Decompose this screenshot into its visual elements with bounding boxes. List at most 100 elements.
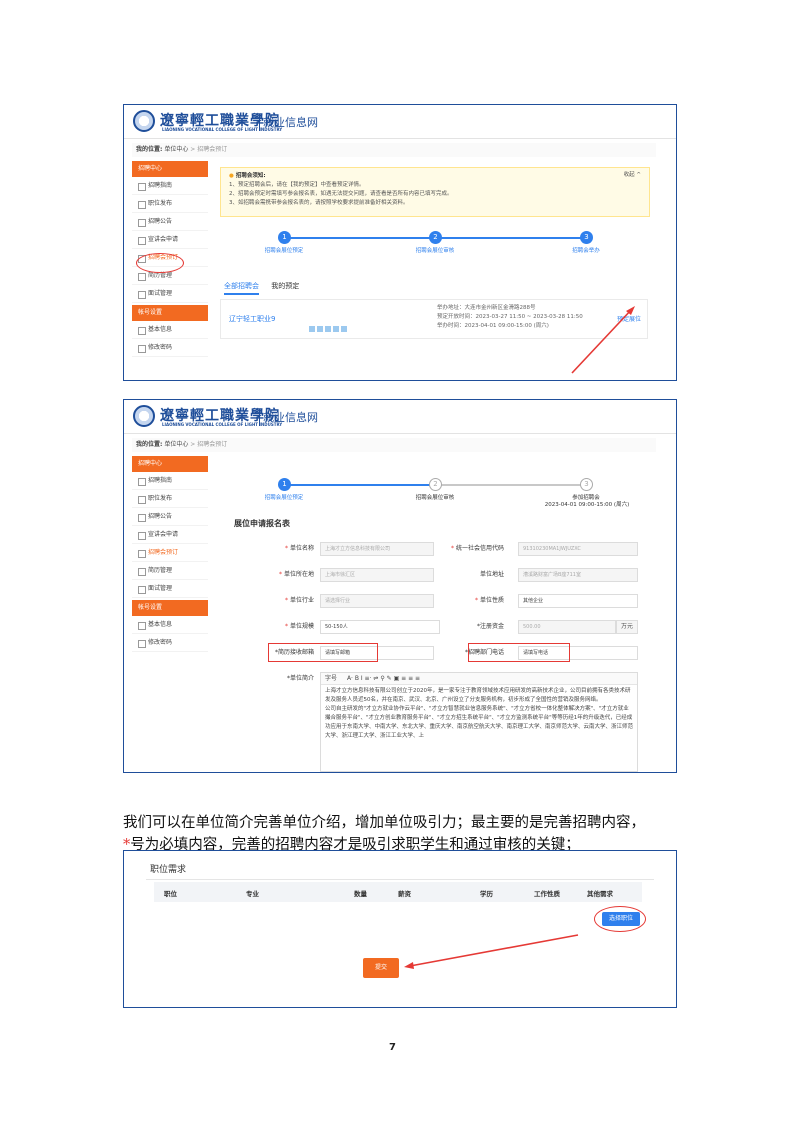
notice-line: 2、招聘会预定时需填写参会报名表，如遇无法提交问题，请查看是否所有内容已填写完成… xyxy=(229,191,453,197)
col-other: 其他需求 xyxy=(587,890,613,898)
company-name-field[interactable]: 上海才立方信息科技有限公司 xyxy=(320,542,434,556)
sidebar-section-recruit: 招聘中心 xyxy=(132,456,208,472)
breadcrumb-current: 招聘会预订 xyxy=(197,441,228,448)
sidebar-item-notice[interactable]: 招聘公告 xyxy=(132,508,208,526)
intro-editor[interactable]: 字号 A· B I ≡· ⇌ ⚲ ✎ ▣ ≡ ≡ ≡ 上海才立方信息科技有限公司… xyxy=(320,672,638,772)
logo-divider xyxy=(259,114,260,131)
screenshot-booking: 遼寧輕工職業學院 LIAONING VOCATIONAL COLLEGE OF … xyxy=(123,104,677,381)
sidebar-item-resume[interactable]: 简历管理 xyxy=(132,562,208,580)
sidebar: 招聘中心 招聘指南 职位发布 招聘公告 宣讲会申请 招聘会预订 简历管理 面试管… xyxy=(132,454,208,652)
breadcrumb-home[interactable]: 单位中心 xyxy=(164,146,188,153)
location-field[interactable]: 上海市徐汇区 xyxy=(320,568,434,582)
screenshot-job-requirements: 职位需求 职位 专业 数量 薪资 学历 工作性质 其他需求 选择职位 提交 xyxy=(123,850,677,1008)
label-address: 单位地址 xyxy=(479,571,504,578)
college-seal-logo xyxy=(133,405,155,427)
breadcrumb-current: 招聘会预订 xyxy=(197,146,228,153)
form-main: 1 2 3 招聘会展位预定 招聘会展位审核 参加招聘会 2023-04-01 0… xyxy=(214,456,658,772)
sidebar-section-account: 帐号设置 xyxy=(132,305,208,321)
label-scale: * 单位规模 xyxy=(284,623,314,630)
college-seal-logo xyxy=(133,110,155,132)
notice-title: 招聘会须知: xyxy=(229,172,641,181)
submit-button[interactable]: 提交 xyxy=(363,958,399,978)
progress-steps: 1 2 3 招聘会展位预定 招聘会展位审核 参加招聘会 2023-04-01 0… xyxy=(244,478,629,508)
label-nature: * 单位性质 xyxy=(474,597,504,604)
job-table-header: 职位 专业 数量 薪资 学历 工作性质 其他需求 xyxy=(154,882,642,902)
breadcrumb: 我的位置: 单位中心 > 招聘会预订 xyxy=(132,438,656,452)
sidebar-item-info[interactable]: 基本信息 xyxy=(132,616,208,634)
col-salary: 薪资 xyxy=(398,890,411,898)
step-label-2: 招聘会展位审核 xyxy=(415,248,455,254)
editor-tool-icons[interactable]: A· B I ≡· ⇌ ⚲ ✎ ▣ ≡ ≡ ≡ xyxy=(347,675,420,682)
label-capital: *注册资金 xyxy=(476,623,504,630)
sidebar-item-password[interactable]: 修改密码 xyxy=(132,339,208,357)
label-industry: * 单位行业 xyxy=(284,597,314,604)
progress-steps: 1 2 3 招聘会展位预定 招聘会展位审核 招聘会举办 xyxy=(244,231,628,261)
job-section-title: 职位需求 xyxy=(150,865,187,875)
title-divider xyxy=(146,879,654,880)
site-header: 遼寧輕工職業學院 LIAONING VOCATIONAL COLLEGE OF … xyxy=(124,105,676,139)
font-size-select[interactable]: 字号 xyxy=(325,675,337,682)
intro-paragraph: 上海才立方信息科技有限公司创立于2020年，是一家专注于教育领域技术应用研发的高… xyxy=(325,688,631,703)
step-dot-3: 3 xyxy=(580,231,593,244)
breadcrumb-sep: > xyxy=(190,146,196,153)
annotation-arrow-1 xyxy=(571,306,635,374)
breadcrumb-prefix: 我的位置: xyxy=(136,146,163,153)
col-position: 职位 xyxy=(164,890,177,898)
step-dot-2: 2 xyxy=(429,478,442,491)
credit-code-field[interactable]: 91310230MA1JWJUZXC xyxy=(518,542,638,556)
sidebar-item-notice[interactable]: 招聘公告 xyxy=(132,213,208,231)
annotation-box-phone xyxy=(468,643,570,662)
sidebar-item-jobs[interactable]: 职位发布 xyxy=(132,490,208,508)
sidebar-item-password[interactable]: 修改密码 xyxy=(132,634,208,652)
fair-hold-time: 举办时间：2023-04-01 09:00-15:00 (周六) xyxy=(437,323,549,329)
fair-name[interactable]: 辽宁轻工职业9 xyxy=(229,314,275,324)
annotation-arrow-3 xyxy=(404,934,579,969)
fair-booking-time: 预定开放时间：2023-03-27 11:50 ~ 2023-03-28 11:… xyxy=(437,314,583,320)
steps-line-active xyxy=(280,484,438,486)
sidebar-item-jobs[interactable]: 职位发布 xyxy=(132,195,208,213)
tab-all-fairs[interactable]: 全部招聘会 xyxy=(224,281,259,295)
step-label-1: 招聘会展位预定 xyxy=(264,248,304,254)
annotation-circle-sidebar xyxy=(136,253,184,273)
sidebar-item-talk[interactable]: 宣讲会申请 xyxy=(132,231,208,249)
sidebar-item-interview[interactable]: 面试管理 xyxy=(132,285,208,303)
paragraph-line-1: 我们可以在单位简介完善单位介绍，增加单位吸引力；最主要的是完善招聘内容， xyxy=(123,815,645,831)
editor-toolbar[interactable]: 字号 A· B I ≡· ⇌ ⚲ ✎ ▣ ≡ ≡ ≡ xyxy=(321,673,637,685)
col-education: 学历 xyxy=(480,890,493,898)
tab-my-bookings[interactable]: 我的预定 xyxy=(271,281,299,293)
editor-content[interactable]: 上海才立方信息科技有限公司创立于2020年，是一家专注于教育领域技术应用研发的高… xyxy=(321,685,637,743)
nature-select[interactable]: 其他企业 xyxy=(518,594,638,608)
sidebar-item-interview[interactable]: 面试管理 xyxy=(132,580,208,598)
step-label-1: 招聘会展位预定 xyxy=(264,495,304,501)
notice-box: 招聘会须知: 收起 ^ 1、预定招聘会后，请在【我的预定】中查看预定详情。 2、… xyxy=(220,167,650,217)
step-dot-1: 1 xyxy=(278,231,291,244)
sidebar-item-guide[interactable]: 招聘指南 xyxy=(132,177,208,195)
capital-field[interactable]: 500.00 xyxy=(518,620,616,634)
intro-paragraph: 公司自主研发的"才立方就业协作云平台"、"才立方智慧就业信息服务系统"、"才立方… xyxy=(325,706,634,739)
address-field[interactable]: 漕溪路财富广场B座711室 xyxy=(518,568,638,582)
notice-fold-button[interactable]: 收起 ^ xyxy=(624,171,641,180)
notice-line: 1、预定招聘会后，请在【我的预定】中查看预定详情。 xyxy=(229,182,365,188)
site-name[interactable]: 就业信息网 xyxy=(263,114,318,130)
sidebar-item-info[interactable]: 基本信息 xyxy=(132,321,208,339)
scale-select[interactable]: 50-150人 xyxy=(320,620,440,634)
breadcrumb: 我的位置: 单位中心 > 招聘会预订 xyxy=(132,143,656,157)
step-label-3: 招聘会举办 xyxy=(572,248,600,254)
sidebar-section-recruit: 招聘中心 xyxy=(132,161,208,177)
label-location: * 单位所在地 xyxy=(278,571,314,578)
step-label-3: 参加招聘会 xyxy=(572,495,600,501)
site-name[interactable]: 就业信息网 xyxy=(263,409,318,425)
sidebar-item-fair-booking[interactable]: 招聘会预订 xyxy=(132,544,208,562)
sidebar-item-guide[interactable]: 招聘指南 xyxy=(132,472,208,490)
step-dot-2: 2 xyxy=(429,231,442,244)
industry-select[interactable]: 请选择行业 xyxy=(320,594,434,608)
breadcrumb-home[interactable]: 单位中心 xyxy=(164,441,188,448)
step-dot-3: 3 xyxy=(580,478,593,491)
label-credit-code: * 统一社会信用代码 xyxy=(450,545,504,552)
logo-divider xyxy=(259,409,260,426)
fair-info: 举办地址：大连市金州新区金滑路288号 预定开放时间：2023-03-27 11… xyxy=(437,304,583,331)
col-major: 专业 xyxy=(246,890,259,898)
col-count: 数量 xyxy=(354,890,367,898)
page-number: 7 xyxy=(389,1042,396,1053)
sidebar-item-talk[interactable]: 宣讲会申请 xyxy=(132,526,208,544)
